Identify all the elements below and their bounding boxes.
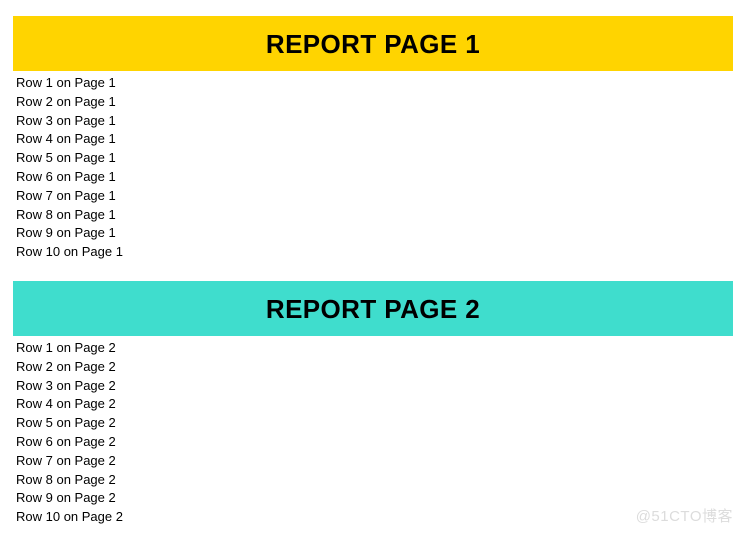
report-banner-title-page-2: REPORT PAGE 2: [265, 293, 481, 324]
table-row: Row 9 on Page 1: [16, 225, 116, 241]
table-row: Row 3 on Page 2: [16, 377, 116, 393]
table-row: Row 8 on Page 1: [16, 206, 116, 222]
report-banner-page-2: REPORT PAGE 2: [13, 281, 733, 336]
table-row: Row 5 on Page 1: [16, 150, 116, 166]
table-row: Row 4 on Page 2: [16, 396, 116, 412]
table-row: Row 1 on Page 1: [16, 75, 116, 90]
report-row-list-page-2: Row 1 on Page 2 Row 2 on Page 2 Row 3 on…: [0, 336, 749, 527]
report-section-page-2: REPORT PAGE 2 Row 1 on Page 2 Row 2 on P…: [0, 265, 749, 527]
table-row: Row 2 on Page 1: [16, 93, 116, 109]
table-row: Row 1 on Page 2: [16, 340, 116, 355]
table-row: Row 10 on Page 1: [16, 244, 123, 260]
watermark: @51CTO博客: [635, 508, 733, 525]
table-row: Row 6 on Page 2: [16, 433, 116, 449]
report-section-page-1: REPORT PAGE 1 Row 1 on Page 1 Row 2 on P…: [0, 0, 749, 262]
table-row: Row 3 on Page 1: [16, 112, 116, 128]
report-row-list-page-1: Row 1 on Page 1 Row 2 on Page 1 Row 3 on…: [0, 71, 749, 262]
table-row: Row 7 on Page 1: [16, 187, 116, 203]
table-row: Row 5 on Page 2: [16, 415, 116, 431]
report-banner-title-page-1: REPORT PAGE 1: [265, 28, 481, 59]
table-row: Row 7 on Page 2: [16, 452, 116, 468]
table-row: Row 2 on Page 2: [16, 358, 116, 374]
report-document: REPORT PAGE 1 Row 1 on Page 1 Row 2 on P…: [0, 0, 749, 534]
report-banner-page-1: REPORT PAGE 1: [13, 16, 733, 71]
table-row: Row 6 on Page 1: [16, 168, 116, 184]
table-row: Row 4 on Page 1: [16, 131, 116, 147]
table-row: Row 8 on Page 2: [16, 471, 116, 487]
